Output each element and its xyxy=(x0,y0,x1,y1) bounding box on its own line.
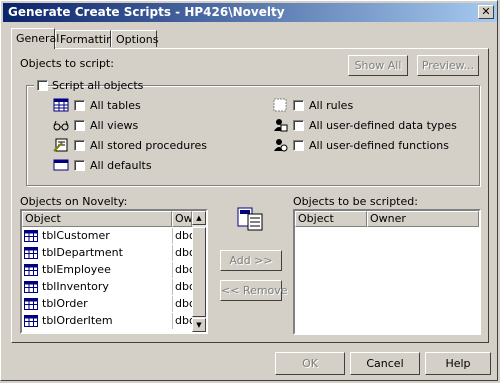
right-col-owner-header[interactable]: Owner xyxy=(367,211,479,227)
table-row[interactable]: tblEmployee dbo xyxy=(22,262,196,278)
all-views-checkbox[interactable] xyxy=(74,120,85,131)
all-stored-procedures-label: All stored procedures xyxy=(90,139,207,152)
scroll-thumb[interactable] xyxy=(192,227,206,317)
general-panel: Objects to script: Show All Preview... S… xyxy=(11,48,489,343)
close-icon: ✕ xyxy=(481,5,491,18)
script-all-label: Script all objects xyxy=(52,79,144,92)
tab-options[interactable]: Options xyxy=(111,30,159,47)
help-button[interactable]: Help xyxy=(425,352,491,375)
table-row[interactable]: tblOrder dbo xyxy=(22,296,196,312)
table-icon xyxy=(24,247,38,259)
preview-button[interactable]: Preview... xyxy=(417,55,479,76)
cancel-button[interactable]: Cancel xyxy=(350,352,420,375)
row-object-name: tblOrder xyxy=(42,297,88,310)
scroll-up-button[interactable]: ▲ xyxy=(192,211,206,225)
objects-on-db-label: Objects on Novelty: xyxy=(20,195,128,208)
all-views-label: All views xyxy=(90,119,139,132)
table-icon xyxy=(24,298,38,310)
table-icon xyxy=(24,264,38,276)
arrow-up-icon: ▲ xyxy=(196,214,202,222)
glasses-icon xyxy=(53,120,69,131)
left-col-object-header[interactable]: Object xyxy=(22,211,172,227)
row-object-name: tblDepartment xyxy=(42,246,123,259)
arrow-down-icon: ▼ xyxy=(196,321,202,329)
table-row[interactable]: tblDepartment dbo xyxy=(22,245,196,261)
scroll-down-button[interactable]: ▼ xyxy=(192,318,206,332)
remove-button[interactable]: << Remove xyxy=(220,280,288,301)
defaults-icon xyxy=(53,159,69,171)
tab-general[interactable]: General xyxy=(11,28,59,49)
row-object-name: tblOrderItem xyxy=(42,314,113,327)
all-tables-checkbox[interactable] xyxy=(74,100,85,111)
table-icon xyxy=(24,281,38,293)
objects-on-db-list[interactable]: Object Owner tblCustomerdbotblDepartment… xyxy=(20,209,208,334)
show-all-button[interactable]: Show All xyxy=(348,55,408,76)
script-icon xyxy=(53,138,68,152)
rule-icon xyxy=(273,98,287,112)
all-rules-checkbox[interactable] xyxy=(293,100,304,111)
ok-button[interactable]: OK xyxy=(275,352,345,375)
generate-script-icon xyxy=(237,207,263,231)
user-type-icon xyxy=(274,119,288,132)
title-bar[interactable]: Generate Create Scripts - HP426\Novelty … xyxy=(3,3,497,22)
user-function-icon xyxy=(274,139,288,152)
all-stored-procedures-checkbox[interactable] xyxy=(74,140,85,151)
left-list-scrollbar[interactable]: ▲ ▼ xyxy=(192,211,206,332)
table-row[interactable]: tblCustomer dbo xyxy=(22,228,196,244)
tab-options-label: Options xyxy=(116,33,159,46)
tab-general-label: General xyxy=(16,32,60,45)
row-object-name: tblInventory xyxy=(42,280,109,293)
all-user-defined-functions-checkbox[interactable] xyxy=(293,140,304,151)
all-defaults-label: All defaults xyxy=(90,159,152,172)
table-icon xyxy=(24,230,38,242)
add-button[interactable]: Add >> xyxy=(220,250,282,271)
table-row[interactable]: tblInventory dbo xyxy=(22,279,196,295)
objects-to-be-scripted-label: Objects to be scripted: xyxy=(293,195,418,208)
window-title: Generate Create Scripts - HP426\Novelty xyxy=(8,5,285,19)
all-user-defined-data-types-checkbox[interactable] xyxy=(293,120,304,131)
table-row[interactable]: tblOrderItem dbo xyxy=(22,313,196,329)
script-all-checkbox[interactable] xyxy=(37,80,48,91)
all-user-defined-functions-label: All user-defined functions xyxy=(309,139,449,152)
all-rules-label: All rules xyxy=(309,99,354,112)
row-object-name: tblEmployee xyxy=(42,263,111,276)
all-user-defined-data-types-label: All user-defined data types xyxy=(309,119,457,132)
dialog-window: Generate Create Scripts - HP426\Novelty … xyxy=(0,0,498,381)
close-button[interactable]: ✕ xyxy=(478,5,494,19)
objects-to-script-label: Objects to script: xyxy=(20,57,114,70)
row-object-name: tblCustomer xyxy=(42,229,110,242)
objects-to-be-scripted-list[interactable]: Object Owner xyxy=(293,209,481,335)
all-defaults-checkbox[interactable] xyxy=(74,160,85,171)
all-tables-label: All tables xyxy=(90,99,141,112)
left-col-owner-header[interactable]: Owner xyxy=(172,211,192,227)
tab-formatting[interactable]: Formatting xyxy=(55,30,120,47)
table-icon xyxy=(24,315,38,327)
table-icon xyxy=(53,98,69,112)
script-all-row[interactable]: Script all objects xyxy=(34,78,143,92)
right-col-object-header[interactable]: Object xyxy=(295,211,367,227)
